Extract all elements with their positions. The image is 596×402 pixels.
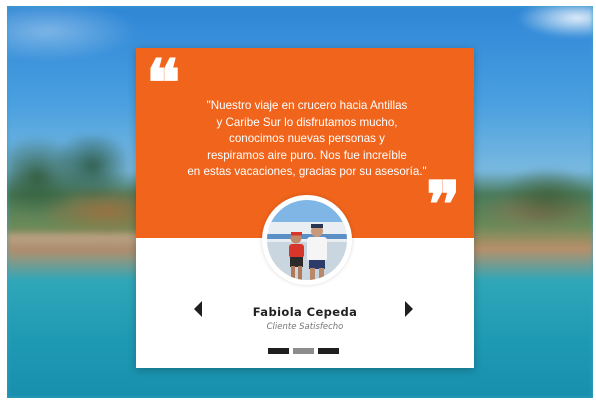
testimonial-quote: "Nuestro viaje en crucero hacia Antillas… bbox=[162, 98, 452, 181]
background-pier bbox=[7, 234, 157, 252]
quote-line: en estas vacaciones, gracias por su ases… bbox=[187, 165, 427, 178]
testimonial-role: Cliente Satisfecho bbox=[266, 322, 344, 332]
testimonial-name: Fabiola Cepeda bbox=[252, 305, 358, 319]
avatar bbox=[262, 195, 352, 285]
quote-line: y Caribe Sur lo disfrutamos mucho, bbox=[216, 115, 398, 129]
background-scene: ❝ "Nuestro viaje en crucero hacia Antill… bbox=[7, 6, 593, 398]
testimonial-card: ❝ "Nuestro viaje en crucero hacia Antill… bbox=[136, 48, 474, 368]
pagination-dot-1[interactable] bbox=[268, 348, 289, 354]
next-testimonial-button[interactable] bbox=[402, 300, 416, 318]
pagination-dot-3[interactable] bbox=[318, 348, 339, 354]
quote-line: respiramos aire puro. Nos fue increíble bbox=[207, 148, 407, 162]
quote-line: "Nuestro viaje en crucero hacia Antillas bbox=[206, 99, 408, 112]
arrow-right-icon bbox=[405, 301, 413, 317]
pagination-dot-2[interactable] bbox=[293, 348, 314, 354]
quote-line: conocimos nuevas personas y bbox=[229, 132, 385, 145]
avatar-photo bbox=[267, 200, 347, 280]
pagination-dots bbox=[268, 348, 339, 354]
quote-close-icon: ❞ bbox=[426, 168, 461, 243]
